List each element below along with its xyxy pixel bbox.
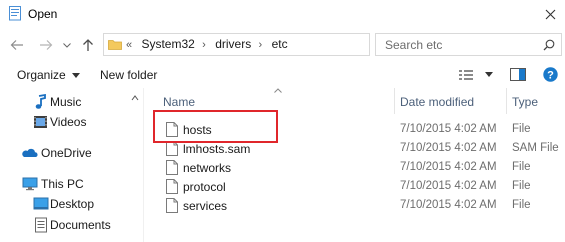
sort-ascending-icon (274, 88, 282, 93)
up-button[interactable] (79, 35, 97, 55)
this-pc-icon (22, 177, 38, 191)
onedrive-icon (22, 148, 38, 157)
chevron-down-icon (72, 73, 81, 79)
command-toolbar: Organize New folder ? (0, 62, 565, 88)
folder-icon (108, 40, 122, 50)
column-header-date-modified[interactable]: Date modified (400, 95, 474, 109)
file-date: 7/10/2015 4:02 AM (400, 180, 497, 192)
search-icon[interactable] (543, 39, 555, 51)
file-type: File (512, 161, 531, 173)
help-icon[interactable]: ? (543, 67, 558, 82)
file-row[interactable]: services 7/10/2015 4:02 AM File (144, 196, 565, 215)
file-date: 7/10/2015 4:02 AM (400, 161, 497, 173)
file-icon (166, 160, 178, 175)
nav-item-onedrive[interactable]: OneDrive (0, 143, 143, 163)
file-icon (166, 141, 178, 156)
breadcrumb-system32[interactable]: System32 (141, 37, 194, 51)
column-separator[interactable] (506, 88, 507, 114)
file-type: SAM File (512, 142, 559, 154)
close-button[interactable] (535, 0, 565, 28)
file-type: File (512, 180, 531, 192)
breadcrumb-separator-icon[interactable]: › (202, 39, 206, 51)
file-name: protocol (183, 180, 226, 194)
highlight-box (153, 110, 278, 143)
organize-label: Organize (17, 68, 66, 82)
nav-item-label: Videos (50, 115, 87, 129)
nav-item-videos[interactable]: Videos (0, 112, 143, 132)
nav-item-desktop[interactable]: Desktop (0, 194, 143, 214)
desktop-icon (33, 197, 49, 210)
preview-pane-icon[interactable] (510, 68, 526, 81)
recent-locations-button[interactable] (61, 35, 73, 55)
up-arrow-icon (83, 39, 93, 51)
file-name: networks (183, 161, 232, 175)
nav-item-label: Desktop (50, 197, 95, 211)
file-icon (166, 179, 178, 194)
title-bar: Open (0, 0, 565, 30)
svg-text:?: ? (547, 70, 554, 82)
file-row[interactable]: protocol 7/10/2015 4:02 AM File (144, 177, 565, 196)
forward-button[interactable] (37, 35, 55, 55)
file-icon (166, 198, 178, 213)
chevron-down-icon[interactable] (485, 72, 493, 77)
organize-button[interactable]: Organize (17, 68, 81, 82)
breadcrumb-separator-icon[interactable]: › (259, 39, 263, 51)
column-header-name[interactable]: Name (163, 95, 195, 109)
back-button[interactable] (8, 35, 26, 55)
navigation-pane: Music Videos OneDrive This PC Desktop Do… (0, 88, 143, 242)
search-box[interactable]: Search etc (375, 33, 562, 56)
file-row[interactable]: networks 7/10/2015 4:02 AM File (144, 158, 565, 177)
forward-arrow-icon (40, 40, 53, 50)
navigation-row: « System32 › drivers › etc Search etc (0, 31, 565, 59)
nav-item-label: OneDrive (41, 146, 92, 160)
file-date: 7/10/2015 4:02 AM (400, 142, 497, 154)
back-arrow-icon (10, 40, 23, 50)
view-options-icon[interactable] (459, 69, 475, 81)
breadcrumb-overflow[interactable]: « (126, 39, 132, 51)
file-name: lmhosts.sam (183, 142, 251, 156)
chevron-down-icon (63, 42, 71, 48)
file-name: services (183, 199, 228, 213)
nav-item-music[interactable]: Music (0, 92, 143, 112)
nav-item-label: This PC (41, 177, 84, 191)
address-bar[interactable]: « System32 › drivers › etc (103, 33, 468, 56)
open-dialog-icon (9, 6, 21, 21)
nav-item-label: Music (50, 95, 82, 109)
column-header-type[interactable]: Type (512, 95, 538, 109)
nav-item-documents[interactable]: Documents (0, 215, 143, 235)
search-input[interactable]: Search etc (385, 38, 442, 52)
breadcrumb-etc[interactable]: etc (272, 37, 288, 51)
file-date: 7/10/2015 4:02 AM (400, 123, 497, 135)
breadcrumb-drivers[interactable]: drivers (215, 37, 251, 51)
new-folder-button[interactable]: New folder (100, 68, 157, 82)
videos-icon (34, 116, 47, 128)
window-title: Open (28, 7, 58, 21)
close-icon (545, 9, 555, 19)
nav-item-label: Documents (50, 218, 111, 232)
nav-item-this-pc[interactable]: This PC (0, 174, 143, 194)
music-icon (35, 94, 46, 109)
column-separator[interactable] (394, 88, 395, 114)
file-type: File (512, 123, 531, 135)
file-date: 7/10/2015 4:02 AM (400, 199, 497, 211)
documents-icon (35, 217, 47, 233)
file-type: File (512, 199, 531, 211)
breadcrumb: « System32 › drivers › etc (126, 37, 292, 51)
